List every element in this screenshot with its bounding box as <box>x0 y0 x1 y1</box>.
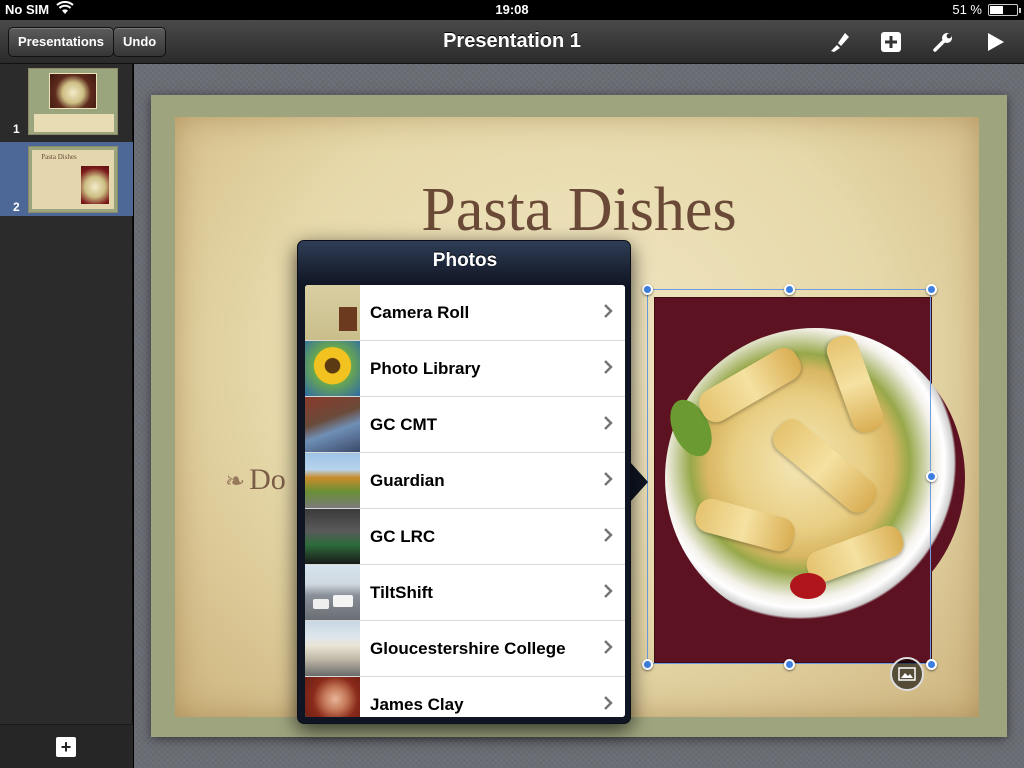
chevron-right-icon <box>601 524 615 546</box>
document-title: Presentation 1 <box>443 30 581 52</box>
replace-image-icon[interactable] <box>890 657 924 691</box>
wrench-icon[interactable] <box>928 28 958 56</box>
album-thumbnail <box>305 397 360 452</box>
album-gc-lrc[interactable]: GC LRC <box>305 509 625 565</box>
album-guardian[interactable]: Guardian <box>305 453 625 509</box>
album-label: James Clay <box>370 695 464 714</box>
slide-navigator: 1 Pasta Dishes 2 + <box>0 64 133 768</box>
album-thumbnail <box>305 677 360 717</box>
toolbar: Presentations Undo Presentation 1 <box>0 20 1024 64</box>
slide-number: 1 <box>13 122 20 136</box>
chevron-right-icon <box>601 636 615 658</box>
status-bar: No SIM 19:08 51 % <box>0 0 1024 20</box>
album-list: Camera Roll Photo Library GC CMT Guardia… <box>305 285 625 717</box>
slide-thumbnail-2[interactable]: Pasta Dishes 2 <box>0 142 133 216</box>
slide-thumbnail-1[interactable]: 1 <box>0 64 133 138</box>
slide-thumb-image <box>28 68 118 135</box>
album-camera-roll[interactable]: Camera Roll <box>305 285 625 341</box>
bullet-ornament-icon: ❧ <box>225 469 246 495</box>
resize-handle-top[interactable] <box>784 284 795 295</box>
add-slide-icon[interactable]: + <box>56 737 76 757</box>
battery-percent: 51 % <box>952 2 982 17</box>
bullet-text: Do <box>249 463 286 496</box>
album-label: Gloucestershire College <box>370 639 566 658</box>
paintbrush-icon[interactable] <box>825 28 855 56</box>
popover-arrow <box>630 462 648 502</box>
album-gc-cmt[interactable]: GC CMT <box>305 397 625 453</box>
chevron-right-icon <box>601 468 615 490</box>
album-label: GC CMT <box>370 415 438 434</box>
add-icon[interactable] <box>876 28 906 56</box>
album-label: TiltShift <box>370 583 433 602</box>
resize-handle-bottom-right[interactable] <box>926 659 937 670</box>
album-photo-library[interactable]: Photo Library <box>305 341 625 397</box>
album-thumbnail <box>305 509 360 564</box>
resize-handle-top-right[interactable] <box>926 284 937 295</box>
slide-title[interactable]: Pasta Dishes <box>151 175 1007 246</box>
album-label: Camera Roll <box>370 303 470 322</box>
selection-box <box>647 289 931 664</box>
slide-thumb-title: Pasta Dishes <box>41 153 77 161</box>
battery-icon <box>988 4 1021 16</box>
album-gloucestershire-college[interactable]: Gloucestershire College <box>305 621 625 677</box>
clock: 19:08 <box>495 2 529 17</box>
album-thumbnail <box>305 285 360 340</box>
album-tiltshift[interactable]: TiltShift <box>305 565 625 621</box>
album-james-clay[interactable]: James Clay <box>305 677 625 717</box>
album-label: GC LRC <box>370 527 436 546</box>
sunflower-thumbnail <box>305 341 360 396</box>
resize-handle-top-left[interactable] <box>642 284 653 295</box>
album-label: Guardian <box>370 471 445 490</box>
popover-title: Photos <box>432 250 498 271</box>
photos-popover: Photos Camera Roll Photo Library GC CMT … <box>297 240 631 724</box>
sidebar-footer: + <box>0 724 133 768</box>
slide-thumb-image: Pasta Dishes <box>28 146 118 213</box>
play-icon[interactable] <box>980 28 1010 56</box>
album-thumbnail <box>305 453 360 508</box>
resize-handle-right[interactable] <box>926 471 937 482</box>
chevron-right-icon <box>601 692 615 714</box>
chevron-right-icon <box>601 300 615 322</box>
resize-handle-bottom-left[interactable] <box>642 659 653 670</box>
album-thumbnail <box>305 565 360 620</box>
slide-number: 2 <box>13 200 20 214</box>
chevron-right-icon <box>601 580 615 602</box>
album-thumbnail <box>305 621 360 676</box>
chevron-right-icon <box>601 412 615 434</box>
chevron-right-icon <box>601 356 615 378</box>
slide-bullet[interactable]: ❧ Do <box>225 463 286 497</box>
resize-handle-bottom[interactable] <box>784 659 795 670</box>
album-label: Photo Library <box>370 359 481 378</box>
